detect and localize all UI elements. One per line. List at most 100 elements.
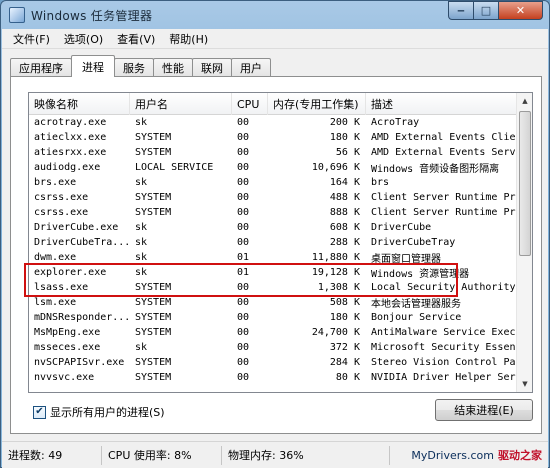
column-description[interactable]: 描述 [366,93,519,115]
process-name: audiodg.exe [34,162,101,173]
tab-strip: 应用程序 进程 服务 性能 联网 用户 [10,55,271,77]
process-row[interactable]: msseces.exe sk 00 372 K Microsoft Security E… [29,340,519,355]
process-memory: 284 K [329,357,360,368]
process-memory: 19,128 K [311,267,360,278]
process-row[interactable]: DriverCubeTra... sk 00 288 K DriverCubeTray [29,235,519,250]
status-process-count: 进程数: 49 [2,445,102,465]
process-user: LOCAL SERVICE [135,162,214,173]
process-cpu: 01 [237,267,250,278]
tab-performance[interactable]: 性能 [153,58,193,77]
process-user: sk [135,252,148,263]
process-row[interactable]: csrss.exe SYSTEM 00 888 K Client Server Runt… [29,205,519,220]
client-area: 应用程序 进程 服务 性能 联网 用户 映像名称 用户名 CPU 内存(专用工作… [2,49,548,441]
process-name: DriverCubeTra... [34,237,130,248]
process-row[interactable]: dwm.exe sk 01 11,880 K 桌面窗口管理器 [29,250,519,265]
close-button[interactable]: ✕ [499,1,543,20]
process-user: sk [135,267,148,278]
scroll-up-icon: ▲ [522,97,528,105]
end-process-button[interactable]: 结束进程(E) [435,399,533,421]
process-cpu: 00 [237,282,250,293]
minimize-icon: ‒ [457,4,465,17]
process-row[interactable]: nvSCPAPISvr.exe SYSTEM 00 284 K Stereo Visio… [29,355,519,370]
scroll-up-button[interactable]: ▲ [517,93,532,109]
vertical-scrollbar[interactable]: ▲ ▼ [516,93,532,392]
process-name: nvvsvc.exe [34,372,95,383]
process-cpu: 00 [237,372,250,383]
process-memory: 180 K [329,132,360,143]
caption-buttons: ‒ □ ✕ [448,1,543,20]
process-list[interactable]: 映像名称 用户名 CPU 内存(专用工作集) 描述 acrotray.exe sk… [28,92,533,393]
process-name: DriverCube.exe [34,222,119,233]
process-row[interactable]: acrotray.exe sk 00 200 K AcroTray [29,115,519,130]
process-description: 桌面窗口管理器 [371,254,441,265]
process-memory: 888 K [329,207,360,218]
process-user: SYSTEM [135,327,172,338]
process-description: NVIDIA Driver Helper Ser [371,372,516,383]
tab-networking[interactable]: 联网 [192,58,232,77]
column-cpu[interactable]: CPU [232,93,268,115]
process-row[interactable]: DriverCube.exe sk 00 608 K DriverCube [29,220,519,235]
show-all-users[interactable]: ✔ 显示所有用户的进程(S) [33,404,165,420]
menu-help[interactable]: 帮助(H) [162,31,215,47]
process-description: Windows 资源管理器 [371,269,470,280]
process-user: sk [135,177,148,188]
task-manager-window: Windows 任务管理器 ‒ □ ✕ 文件(F) 选项(O) 查看(V) 帮助… [0,0,550,468]
process-memory: 56 K [335,147,360,158]
tab-applications[interactable]: 应用程序 [10,58,72,77]
title-bar[interactable]: Windows 任务管理器 ‒ □ ✕ [1,1,549,29]
process-user: SYSTEM [135,282,172,293]
process-memory: 80 K [335,372,360,383]
scroll-thumb[interactable] [519,111,531,256]
scroll-down-button[interactable]: ▼ [517,376,532,392]
tab-services[interactable]: 服务 [114,58,154,77]
process-memory: 488 K [329,192,360,203]
process-cpu: 00 [237,162,250,173]
process-row[interactable]: explorer.exe sk 01 19,128 K Windows 资源管理器 [29,265,519,280]
process-user: sk [135,237,148,248]
tab-processes[interactable]: 进程 [71,55,115,77]
maximize-button[interactable]: □ [474,1,499,20]
process-name: lsass.exe [34,282,89,293]
column-image-name[interactable]: 映像名称 [29,93,130,115]
status-bar: 进程数: 49 CPU 使用率: 8% 物理内存: 36% MyDrivers.… [2,441,548,468]
column-user-name[interactable]: 用户名 [130,93,232,115]
process-cpu: 00 [237,117,250,128]
show-all-users-checkbox[interactable]: ✔ [33,405,46,419]
process-row[interactable]: MsMpEng.exe SYSTEM 00 24,700 K AntiMalware S… [29,325,519,340]
list-body: acrotray.exe sk 00 200 K AcroTray atieclxx.ex… [29,115,519,385]
process-cpu: 01 [237,252,250,263]
process-row[interactable]: atiesrxx.exe SYSTEM 00 56 K AMD External Eve… [29,145,519,160]
process-row[interactable]: lsm.exe SYSTEM 00 508 K 本地会话管理器服务 [29,295,519,310]
tab-users[interactable]: 用户 [231,58,271,77]
process-user: sk [135,117,148,128]
process-description: Client Server Runtime Pr [371,192,516,203]
status-cpu-usage: CPU 使用率: 8% [102,445,222,465]
process-row[interactable]: atieclxx.exe SYSTEM 00 180 K AMD External Ev… [29,130,519,145]
process-name: mDNSResponder.... [34,312,130,323]
process-user: SYSTEM [135,147,172,158]
process-name: atiesrxx.exe [34,147,107,158]
column-memory[interactable]: 内存(专用工作集) [268,93,366,115]
minimize-button[interactable]: ‒ [448,1,474,20]
process-description: Local Security Authority [371,282,516,293]
menu-view[interactable]: 查看(V) [110,31,162,47]
process-row[interactable]: brs.exe sk 00 164 K brs [29,175,519,190]
scroll-down-icon: ▼ [522,380,528,388]
process-name: MsMpEng.exe [34,327,101,338]
process-memory: 10,696 K [311,162,360,173]
process-row[interactable]: nvvsvc.exe SYSTEM 00 80 K NVIDIA Driver Help… [29,370,519,385]
process-name: brs.exe [34,177,77,188]
watermark: MyDrivers.com 驱动之家 [411,447,542,463]
process-memory: 200 K [329,117,360,128]
process-row[interactable]: mDNSResponder.... SYSTEM 00 180 K Bonjour Se… [29,310,519,325]
menu-options[interactable]: 选项(O) [57,31,110,47]
process-row[interactable]: lsass.exe SYSTEM 00 1,308 K Local Security A… [29,280,519,295]
watermark-brand: 驱动之家 [498,449,542,462]
menu-file[interactable]: 文件(F) [6,31,57,47]
process-row[interactable]: csrss.exe SYSTEM 00 488 K Client Server Runt… [29,190,519,205]
process-description: AMD External Events Serv [371,147,516,158]
process-name: acrotray.exe [34,117,107,128]
process-description: Microsoft Security Essen [371,342,516,353]
process-description: brs [371,177,390,188]
process-row[interactable]: audiodg.exe LOCAL SERVICE 00 10,696 K Window… [29,160,519,175]
